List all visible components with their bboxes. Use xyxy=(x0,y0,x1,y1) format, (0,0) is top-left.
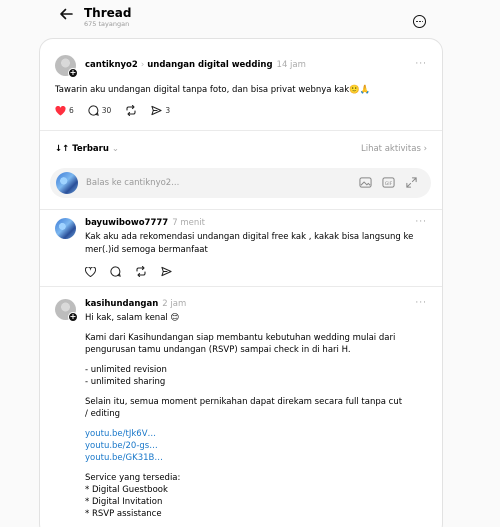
sort-label: Terbaru xyxy=(72,144,109,154)
like-button[interactable]: 6 xyxy=(55,105,74,116)
chevron-right-icon: › xyxy=(423,144,427,154)
share-icon xyxy=(151,105,162,116)
share-count: 3 xyxy=(165,106,171,115)
avatar xyxy=(56,172,78,194)
chevron-down-icon: ⌄ xyxy=(111,144,120,154)
comment-author[interactable]: kasihundangan xyxy=(85,299,158,309)
sort-bar: ↓↑ Terbaru ⌄ Lihat aktivitas › xyxy=(40,131,442,167)
original-post: + cantiknyo2 › undangan digital wedding 14 … xyxy=(40,39,442,131)
comment-text-line: - unlimited revision xyxy=(85,365,167,375)
heart-filled-icon xyxy=(55,105,66,116)
comment-text-line: / editing xyxy=(85,409,121,419)
post-text: Tawarin aku undangan digital tanpa foto,… xyxy=(55,85,371,95)
svg-text:GIF: GIF xyxy=(385,181,393,187)
repost-icon xyxy=(126,105,136,116)
view-count: 675 tayangan xyxy=(84,20,130,28)
comment-text-line: Selain itu, semua moment pernikahan dapa… xyxy=(85,397,403,407)
title-block: Thread 675 tayangan xyxy=(84,6,131,28)
view-activity-link[interactable]: Lihat aktivitas › xyxy=(361,144,427,154)
comment-text-line: Hi kak, salam kenal 😊 xyxy=(85,313,180,323)
repost-button[interactable] xyxy=(125,105,137,116)
sort-dropdown[interactable]: ↓↑ Terbaru ⌄ xyxy=(55,144,119,154)
more-options-icon[interactable] xyxy=(413,15,426,28)
expand-icon[interactable] xyxy=(405,176,418,189)
thread-card: + cantiknyo2 › undangan digital wedding 14 … xyxy=(39,38,443,527)
comment-time: 7 menit xyxy=(172,218,205,228)
reply-placeholder: Balas ke cantiknyo2... xyxy=(86,178,180,188)
sort-icon: ↓↑ xyxy=(55,144,70,154)
share-icon[interactable] xyxy=(161,266,172,277)
youtube-link[interactable]: youtu.be/GK31B… xyxy=(85,453,163,464)
heart-icon[interactable] xyxy=(85,266,96,277)
post-meta: cantiknyo2 › undangan digital wedding 14 ja… xyxy=(85,60,306,71)
comment-icon[interactable] xyxy=(110,266,121,277)
comment-icon xyxy=(88,105,99,116)
comment-text-line: - unlimited sharing xyxy=(85,377,166,387)
share-button[interactable]: 3 xyxy=(151,105,170,116)
community-name[interactable]: undangan digital wedding xyxy=(147,60,272,70)
comment-item: bayuwibowo7777 7 menit ··· Kak aku ada re… xyxy=(40,209,442,287)
top-bar: Thread 675 tayangan xyxy=(0,0,500,38)
repost-icon[interactable] xyxy=(135,266,147,277)
image-icon[interactable] xyxy=(359,176,372,189)
comment-text-line: * Digital Invitation xyxy=(85,497,163,507)
comment-author[interactable]: bayuwibowo7777 xyxy=(85,218,168,228)
post-more-icon[interactable]: ··· xyxy=(415,59,427,69)
comment-meta: kasihundangan 2 jam xyxy=(85,299,186,310)
comment-text-line: Service yang tersedia: xyxy=(85,473,181,483)
comment-more-icon[interactable]: ··· xyxy=(415,217,427,227)
avatar[interactable] xyxy=(55,218,76,239)
reply-tools: GIF xyxy=(359,176,418,189)
follow-plus-icon[interactable]: + xyxy=(68,68,78,78)
comment-count: 30 xyxy=(101,106,112,115)
comment-text-line: Kami dari Kasihundangan siap membantu ke… xyxy=(85,333,396,343)
comment-text-line: * Digital Guestbook xyxy=(85,485,168,495)
chevron-right-icon: › xyxy=(140,60,145,70)
back-arrow-icon[interactable] xyxy=(58,6,74,22)
youtube-link[interactable]: youtu.be/tJk6V… xyxy=(85,429,156,440)
comment-button[interactable]: 30 xyxy=(88,105,112,116)
page-title: Thread xyxy=(84,6,132,20)
like-count: 6 xyxy=(69,106,74,115)
view-activity-label: Lihat aktivitas xyxy=(360,144,421,154)
comment-item: + kasihundangan 2 jam ··· Hi kak, salam k… xyxy=(40,291,442,527)
post-time: 14 jam xyxy=(276,60,306,70)
comment-time: 2 jam xyxy=(162,299,187,309)
comment-actions xyxy=(85,266,172,277)
comment-meta: bayuwibowo7777 7 menit xyxy=(85,218,205,229)
gif-icon[interactable]: GIF xyxy=(382,176,395,189)
comment-more-icon[interactable]: ··· xyxy=(415,298,427,308)
comment-text-line: mer(.)id semoga bermanfaat xyxy=(85,245,208,255)
youtube-link[interactable]: youtu.be/20-gs… xyxy=(85,441,158,452)
post-actions: 6 30 3 xyxy=(55,105,170,116)
post-author[interactable]: cantiknyo2 xyxy=(85,60,138,70)
comment-text-line: Kak aku ada rekomendasi undangan digital… xyxy=(85,232,414,242)
follow-plus-icon[interactable]: + xyxy=(68,312,78,322)
comment-text-line: pengurusan tamu undangan (RSVP) sampai c… xyxy=(85,345,351,355)
comment-text-line: * RSVP assistance xyxy=(85,509,162,519)
reply-input[interactable]: Balas ke cantiknyo2... GIF xyxy=(50,168,431,198)
